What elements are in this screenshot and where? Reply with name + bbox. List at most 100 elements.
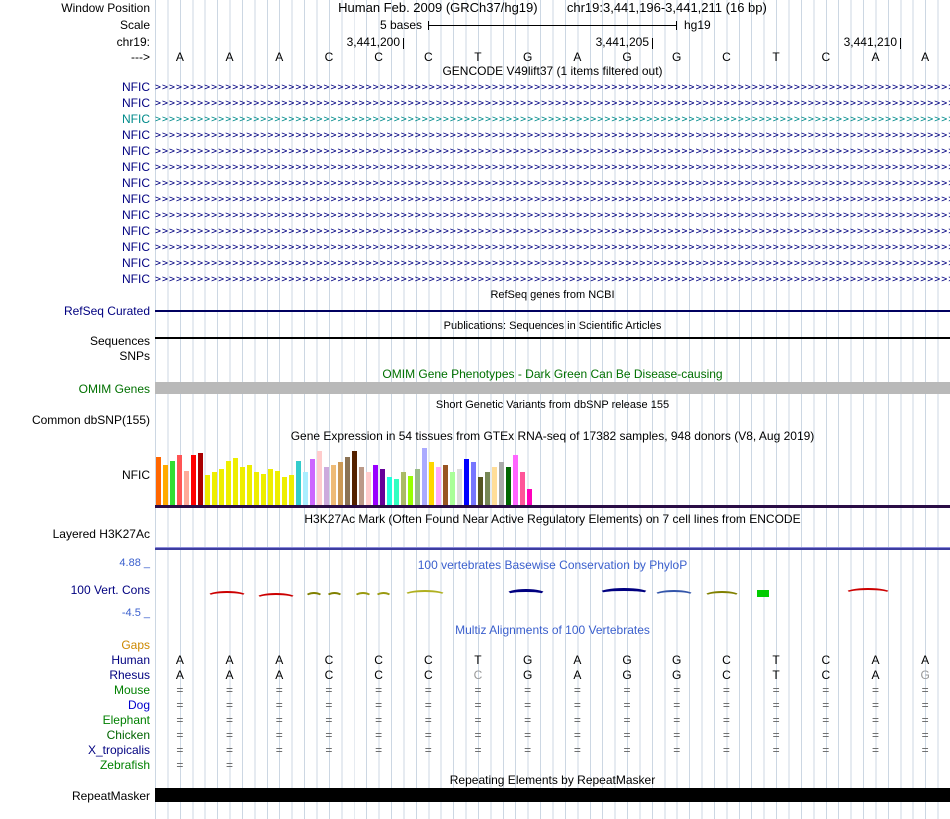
gencode-transcript-label[interactable]: NFIC — [0, 240, 150, 255]
gtex-tissue-bar[interactable] — [184, 471, 189, 505]
gtex-tissue-bar[interactable] — [331, 465, 336, 505]
gtex-tissue-bar[interactable] — [317, 451, 322, 505]
gtex-tissue-bar[interactable] — [359, 467, 364, 505]
gtex-tissue-bar[interactable] — [492, 467, 497, 505]
gencode-transcript-arrows[interactable]: >>>>>>>>>>>>>>>>>>>>>>>>>>>>>>>>>>>>>>>>… — [155, 224, 950, 239]
gencode-transcript-arrows[interactable]: >>>>>>>>>>>>>>>>>>>>>>>>>>>>>>>>>>>>>>>>… — [155, 240, 950, 255]
gtex-tissue-bar[interactable] — [373, 465, 378, 505]
publications-track-title[interactable]: Publications: Sequences in Scientific Ar… — [155, 320, 950, 333]
gtex-tissue-bar[interactable] — [422, 448, 427, 505]
refseq-transcript-line[interactable] — [155, 310, 950, 312]
gtex-tissue-bar[interactable] — [429, 462, 434, 505]
gtex-tissue-bar[interactable] — [240, 467, 245, 505]
multiz-species-label[interactable]: Rhesus — [0, 668, 150, 683]
gtex-tissue-bar[interactable] — [296, 461, 301, 505]
gencode-transcript-arrows[interactable]: >>>>>>>>>>>>>>>>>>>>>>>>>>>>>>>>>>>>>>>>… — [155, 208, 950, 223]
multiz-species-label[interactable]: Zebrafish — [0, 758, 150, 773]
gtex-track-title[interactable]: Gene Expression in 54 tissues from GTEx … — [155, 430, 950, 443]
multiz-species-label[interactable]: Dog — [0, 698, 150, 713]
conservation-label[interactable]: 100 Vert. Cons — [0, 583, 150, 597]
gtex-tissue-bar[interactable] — [289, 475, 294, 505]
gencode-transcript-label[interactable]: NFIC — [0, 112, 150, 127]
gtex-tissue-bar[interactable] — [275, 471, 280, 505]
repeatmasker-track-title[interactable]: Repeating Elements by RepeatMasker — [155, 774, 950, 787]
gtex-gene-label[interactable]: NFIC — [0, 468, 150, 482]
gtex-tissue-bar[interactable] — [520, 472, 525, 505]
multiz-species-label[interactable]: X_tropicalis — [0, 743, 150, 758]
repeatmasker-element-bar[interactable] — [155, 788, 950, 802]
gtex-tissue-bar[interactable] — [436, 467, 441, 505]
gtex-tissue-bar[interactable] — [303, 472, 308, 505]
gencode-transcript-label[interactable]: NFIC — [0, 208, 150, 223]
gtex-tissue-bar[interactable] — [527, 489, 532, 505]
gtex-tissue-bar[interactable] — [156, 457, 161, 505]
dbsnp-track-title[interactable]: Short Genetic Variants from dbSNP releas… — [155, 399, 950, 412]
gtex-tissue-bar[interactable] — [324, 467, 329, 505]
gtex-tissue-bar[interactable] — [506, 467, 511, 505]
gtex-tissue-bar[interactable] — [478, 477, 483, 505]
gtex-tissue-bar[interactable] — [380, 469, 385, 505]
gtex-tissue-bar[interactable] — [254, 472, 259, 505]
gencode-transcript-label[interactable]: NFIC — [0, 272, 150, 287]
h3k27ac-label[interactable]: Layered H3K27Ac — [0, 527, 150, 541]
gencode-transcript-label[interactable]: NFIC — [0, 256, 150, 271]
publications-sequences-item[interactable] — [155, 337, 950, 339]
refseq-curated-label[interactable]: RefSeq Curated — [0, 304, 150, 318]
gtex-tissue-bar[interactable] — [177, 455, 182, 505]
multiz-species-label[interactable]: Human — [0, 653, 150, 668]
multiz-species-label[interactable]: Gaps — [0, 638, 150, 653]
gencode-transcript-label[interactable]: NFIC — [0, 128, 150, 143]
refseq-track-title[interactable]: RefSeq genes from NCBI — [155, 289, 950, 302]
gencode-transcript-label[interactable]: NFIC — [0, 160, 150, 175]
gtex-tissue-bar[interactable] — [268, 469, 273, 505]
gtex-tissue-bar[interactable] — [415, 469, 420, 505]
gencode-transcript-arrows[interactable]: >>>>>>>>>>>>>>>>>>>>>>>>>>>>>>>>>>>>>>>>… — [155, 192, 950, 207]
gtex-tissue-bar[interactable] — [338, 462, 343, 505]
gtex-tissue-bar[interactable] — [170, 461, 175, 505]
h3k27ac-track-title[interactable]: H3K27Ac Mark (Often Found Near Active Re… — [155, 513, 950, 526]
gtex-tissue-bar[interactable] — [485, 472, 490, 505]
gencode-transcript-arrows[interactable]: >>>>>>>>>>>>>>>>>>>>>>>>>>>>>>>>>>>>>>>>… — [155, 80, 950, 95]
gencode-transcript-label[interactable]: NFIC — [0, 144, 150, 159]
gtex-tissue-bar[interactable] — [198, 453, 203, 505]
gencode-transcript-arrows[interactable]: >>>>>>>>>>>>>>>>>>>>>>>>>>>>>>>>>>>>>>>>… — [155, 160, 950, 175]
dbsnp-label[interactable]: Common dbSNP(155) — [0, 413, 150, 427]
gencode-transcript-arrows[interactable]: >>>>>>>>>>>>>>>>>>>>>>>>>>>>>>>>>>>>>>>>… — [155, 128, 950, 143]
gtex-tissue-bar[interactable] — [352, 451, 357, 505]
gtex-tissue-bar[interactable] — [233, 458, 238, 505]
gtex-tissue-bar[interactable] — [457, 469, 462, 505]
multiz-species-label[interactable]: Mouse — [0, 683, 150, 698]
gencode-transcript-label[interactable]: NFIC — [0, 176, 150, 191]
gtex-tissue-bar[interactable] — [205, 475, 210, 505]
multiz-species-label[interactable]: Chicken — [0, 728, 150, 743]
gtex-tissue-bar[interactable] — [261, 474, 266, 505]
multiz-species-label[interactable]: Elephant — [0, 713, 150, 728]
gtex-tissue-bar[interactable] — [163, 465, 168, 505]
gencode-transcript-label[interactable]: NFIC — [0, 224, 150, 239]
gtex-tissue-bar[interactable] — [443, 465, 448, 505]
gtex-tissue-bar[interactable] — [219, 469, 224, 505]
gencode-track-title[interactable]: GENCODE V49lift37 (1 items filtered out) — [155, 65, 950, 78]
gencode-transcript-label[interactable]: NFIC — [0, 192, 150, 207]
publications-snps-label[interactable]: SNPs — [0, 349, 150, 363]
gtex-tissue-bar[interactable] — [191, 455, 196, 505]
omim-gene-bar[interactable] — [155, 382, 950, 394]
gtex-tissue-bar[interactable] — [401, 472, 406, 505]
publications-sequences-label[interactable]: Sequences — [0, 334, 150, 348]
gtex-tissue-bar[interactable] — [282, 477, 287, 505]
gtex-tissue-bar[interactable] — [212, 472, 217, 505]
gtex-tissue-bar[interactable] — [366, 472, 371, 505]
gtex-tissue-bar[interactable] — [464, 459, 469, 505]
gencode-transcript-arrows[interactable]: >>>>>>>>>>>>>>>>>>>>>>>>>>>>>>>>>>>>>>>>… — [155, 112, 950, 127]
gtex-tissue-bar[interactable] — [499, 462, 504, 505]
gencode-transcript-arrows[interactable]: >>>>>>>>>>>>>>>>>>>>>>>>>>>>>>>>>>>>>>>>… — [155, 256, 950, 271]
gencode-transcript-arrows[interactable]: >>>>>>>>>>>>>>>>>>>>>>>>>>>>>>>>>>>>>>>>… — [155, 176, 950, 191]
gtex-tissue-bar[interactable] — [226, 461, 231, 505]
gencode-transcript-arrows[interactable]: >>>>>>>>>>>>>>>>>>>>>>>>>>>>>>>>>>>>>>>>… — [155, 272, 950, 287]
gtex-tissue-bar[interactable] — [247, 465, 252, 505]
gencode-transcript-arrows[interactable]: >>>>>>>>>>>>>>>>>>>>>>>>>>>>>>>>>>>>>>>>… — [155, 144, 950, 159]
gtex-tissue-bar[interactable] — [387, 477, 392, 505]
multiz-track-title[interactable]: Multiz Alignments of 100 Vertebrates — [155, 624, 950, 637]
gtex-tissue-bar[interactable] — [394, 479, 399, 505]
gtex-tissue-bar[interactable] — [450, 472, 455, 505]
